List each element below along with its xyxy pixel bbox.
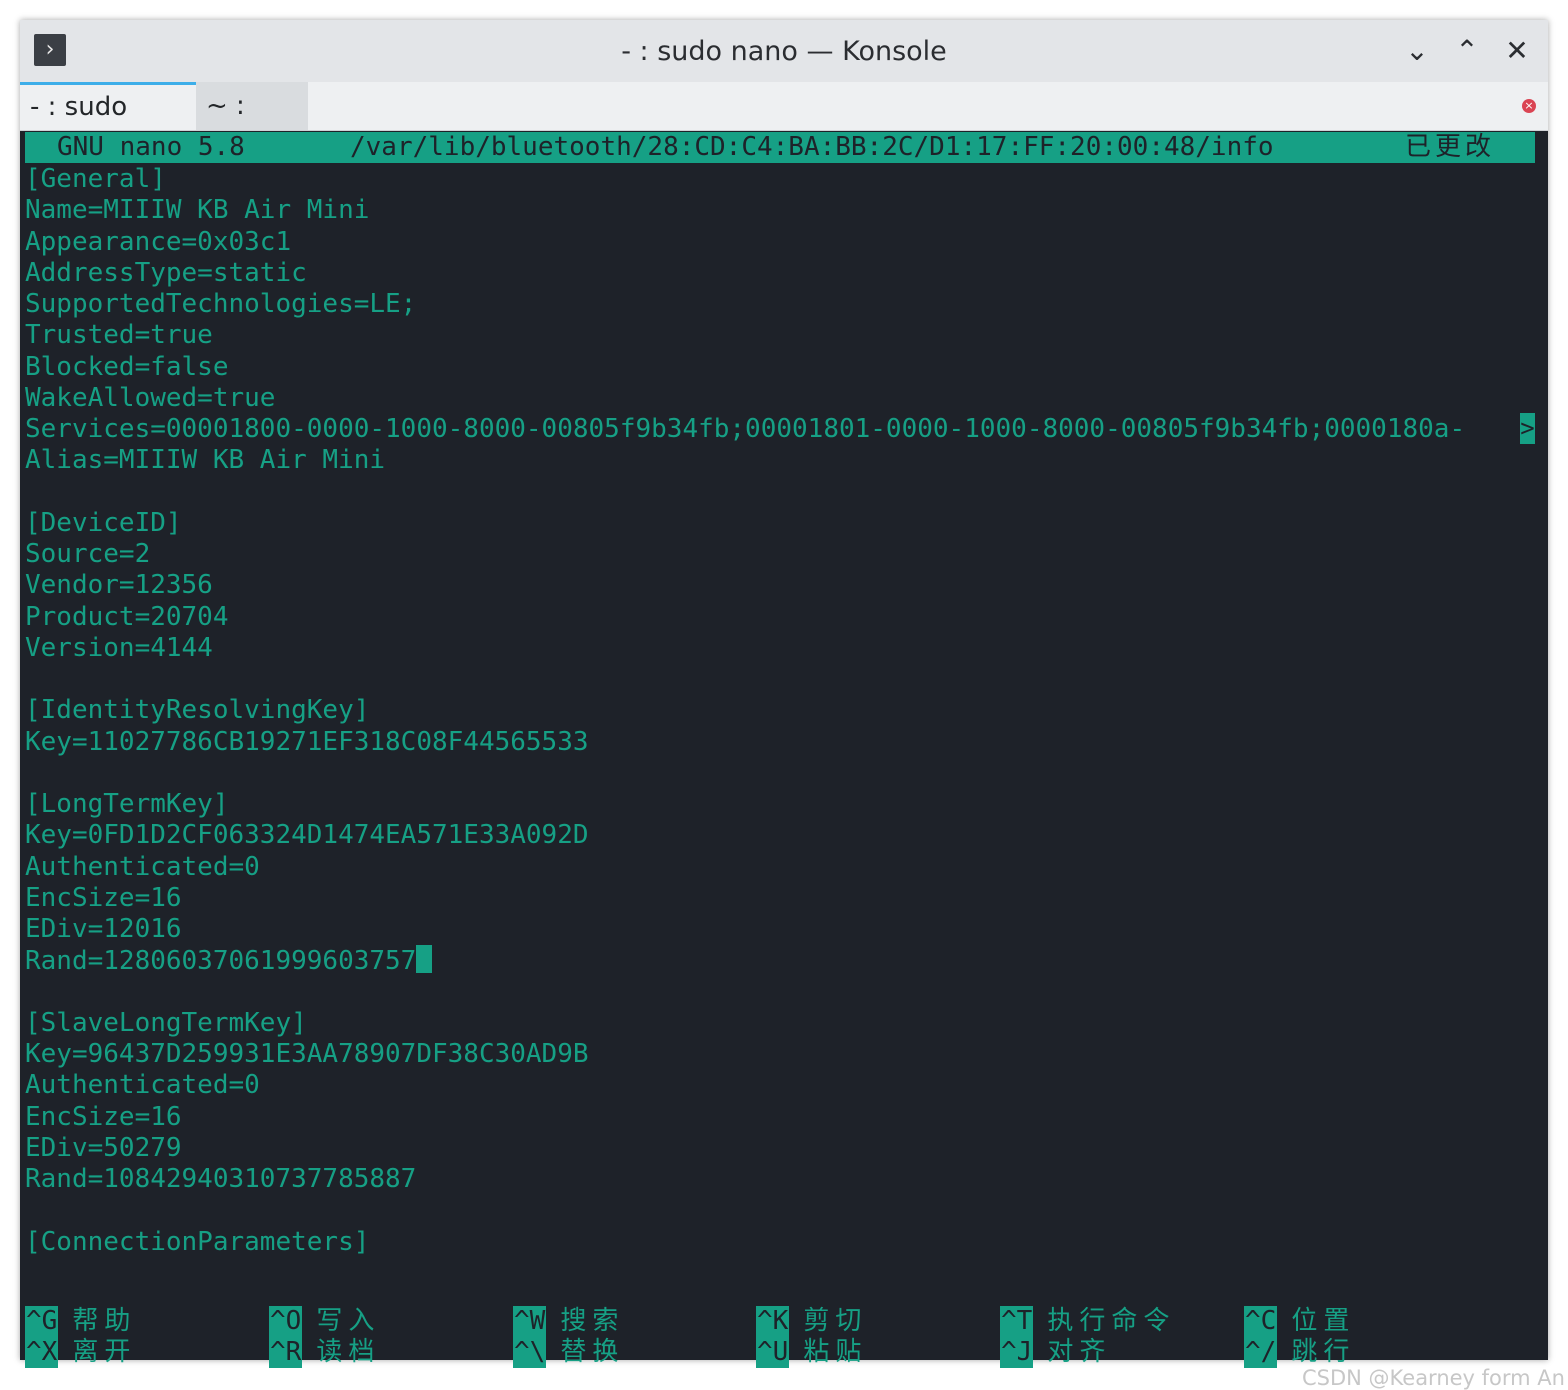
- shortcut-item: ^\ 替换: [513, 1337, 624, 1368]
- shortcut-item: ^C 位置: [1244, 1306, 1355, 1337]
- shortcut-label: 位置: [1291, 1306, 1356, 1336]
- shortcut-item: ^R 读档: [269, 1337, 380, 1368]
- file-line: [LongTermKey]: [25, 789, 229, 819]
- file-line: Name=MIIIW KB Air Mini: [25, 195, 370, 226]
- file-line: Rand=10842940310737785887: [25, 1164, 417, 1194]
- shortcut-label: 剪切: [803, 1306, 868, 1336]
- shortcut-item: ^O 写入: [269, 1306, 380, 1337]
- shortcut-label: 执行命令: [1047, 1306, 1176, 1336]
- file-line: Rand=12806037061999603757: [25, 945, 433, 976]
- file-line: Appearance=0x03c1: [25, 226, 292, 257]
- shortcut-item: ^U 粘贴: [756, 1337, 867, 1368]
- file-line: EDiv=12016: [25, 914, 182, 944]
- file-line: [IdentityResolvingKey]: [25, 695, 370, 726]
- shortcut-item: ^/ 跳行: [1244, 1337, 1355, 1368]
- shortcut-key: ^G: [25, 1306, 59, 1337]
- shortcut-label: 帮助: [72, 1306, 137, 1336]
- file-line: Version=4144: [25, 632, 213, 663]
- shortcut-label: 跳行: [1291, 1337, 1356, 1367]
- file-line: Source=2: [25, 539, 151, 569]
- file-line: Blocked=false: [25, 351, 229, 382]
- file-line: EncSize=16: [25, 882, 182, 913]
- shortcut-key: ^/: [1244, 1337, 1278, 1368]
- shortcut-key: ^U: [756, 1337, 790, 1368]
- line-overflow-marker: >: [1520, 413, 1535, 444]
- shortcut-label: 粘贴: [803, 1337, 868, 1367]
- file-line: Key=11027786CB19271EF318C08F44565533: [25, 726, 589, 757]
- file-line: Authenticated=0: [25, 1070, 260, 1101]
- file-line: Key=96437D259931E3AA78907DF38C30AD9B: [25, 1039, 589, 1069]
- nano-version: GNU nano 5.8: [57, 132, 245, 162]
- shortcut-item: ^G 帮助: [25, 1306, 136, 1337]
- shortcut-item: ^W 搜索: [513, 1306, 624, 1337]
- shortcut-label: 离开: [72, 1337, 137, 1367]
- file-line: Trusted=true: [25, 320, 213, 351]
- watermark: CSDN @Kearney form An idea: [1302, 1366, 1568, 1390]
- shortcut-label: 读档: [316, 1337, 381, 1367]
- shortcut-key: ^K: [756, 1306, 790, 1337]
- close-icon[interactable]: ✕: [1500, 34, 1534, 68]
- shortcut-item: ^T 执行命令: [1000, 1306, 1175, 1337]
- tab-bar: - : sudo nano ~ : bash ×: [20, 82, 1548, 169]
- file-line: Vendor=12356: [25, 570, 213, 601]
- minimize-icon[interactable]: ⌄: [1400, 34, 1434, 68]
- tab-sudo-nano[interactable]: - : sudo nano: [20, 82, 196, 166]
- shortcut-key: ^O: [269, 1306, 303, 1337]
- window-title: - : sudo nano — Konsole: [621, 36, 947, 67]
- shortcut-label: 替换: [560, 1337, 625, 1367]
- close-tab-icon[interactable]: ×: [1522, 99, 1536, 113]
- shortcut-label: 对齐: [1047, 1337, 1112, 1367]
- shortcut-key: ^C: [1244, 1306, 1278, 1337]
- file-line: SupportedTechnologies=LE;: [25, 289, 417, 319]
- file-line: [DeviceID]: [25, 507, 182, 538]
- shortcut-label: 搜索: [560, 1306, 625, 1336]
- file-line: Key=0FD1D2CF063324D1474EA571E33A092D: [25, 820, 589, 851]
- shortcut-item: ^K 剪切: [756, 1306, 867, 1337]
- text-cursor: [416, 945, 433, 974]
- nano-header: GNU nano 5.8 /var/lib/bluetooth/28:CD:C4…: [25, 132, 1535, 163]
- file-path: /var/lib/bluetooth/28:CD:C4:BA:BB:2C/D1:…: [350, 132, 1274, 162]
- modified-status: 已更改: [1405, 132, 1496, 162]
- file-line: [ConnectionParameters]: [25, 1226, 370, 1257]
- file-line: [General]: [25, 164, 166, 194]
- maximize-icon[interactable]: ⌃: [1450, 34, 1484, 68]
- shortcut-item: ^X 离开: [25, 1337, 136, 1368]
- file-line: AddressType=static: [25, 257, 307, 288]
- title-bar[interactable]: › - : sudo nano — Konsole ⌄ ⌃ ✕: [20, 20, 1548, 82]
- konsole-window: › - : sudo nano — Konsole ⌄ ⌃ ✕ - : sudo…: [20, 20, 1568, 1390]
- file-line: [SlaveLongTermKey]: [25, 1007, 307, 1038]
- shortcut-item: ^J 对齐: [1000, 1337, 1111, 1368]
- file-line: Services=00001800-0000-1000-8000-00805f9…: [25, 414, 1466, 444]
- shortcut-key: ^R: [269, 1337, 303, 1368]
- shortcut-key: ^T: [1000, 1306, 1034, 1337]
- file-line: EncSize=16: [25, 1101, 182, 1132]
- file-line: Authenticated=0: [25, 851, 260, 882]
- shortcut-label: 写入: [316, 1306, 381, 1336]
- shortcut-key: ^\: [513, 1337, 547, 1368]
- file-line: EDiv=50279: [25, 1132, 182, 1163]
- shortcut-key: ^J: [1000, 1337, 1034, 1368]
- shortcut-key: ^X: [25, 1337, 59, 1368]
- file-line: Alias=MIIIW KB Air Mini: [25, 445, 386, 476]
- terminal-area[interactable]: GNU nano 5.8 /var/lib/bluetooth/28:CD:C4…: [25, 132, 1543, 1368]
- file-line: Product=20704: [25, 601, 229, 632]
- shortcut-key: ^W: [513, 1306, 547, 1337]
- file-line: WakeAllowed=true: [25, 382, 276, 413]
- tab-bash[interactable]: ~ : bash: [196, 82, 308, 169]
